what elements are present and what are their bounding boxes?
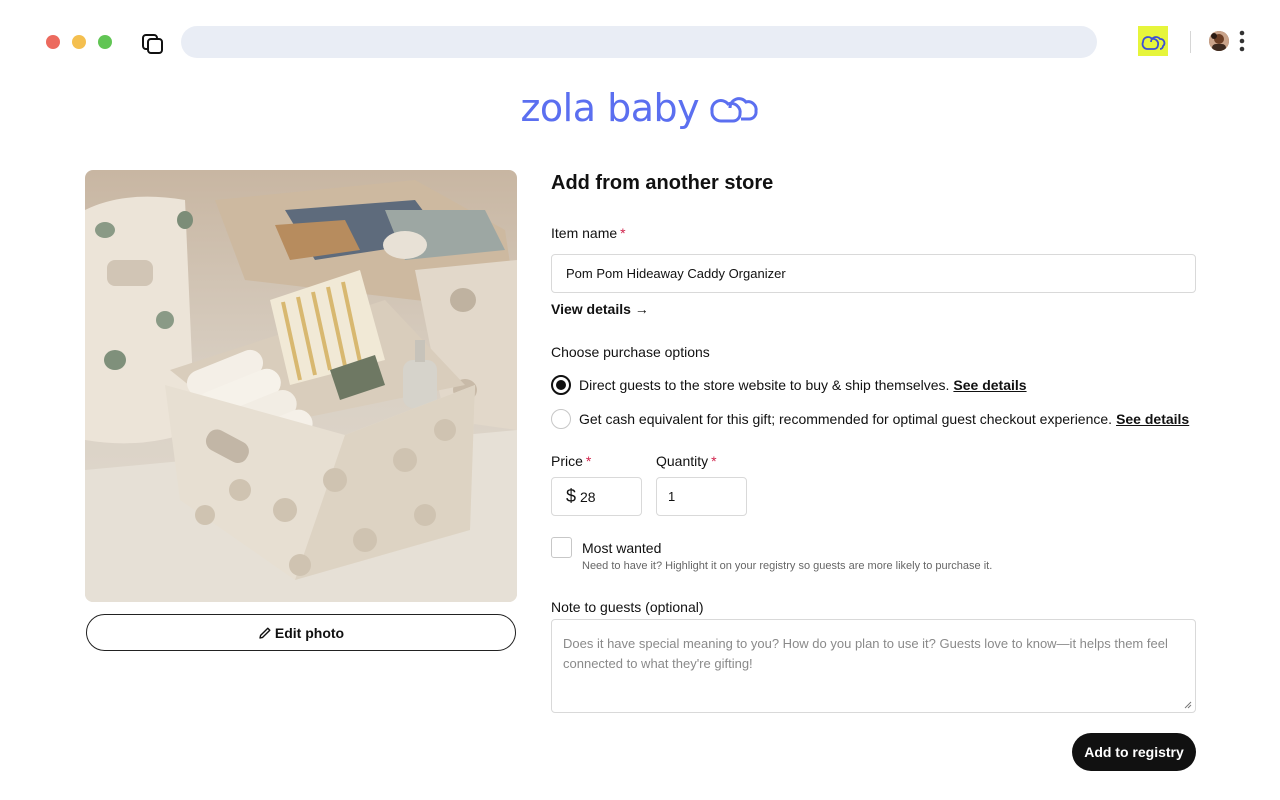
required-mark: * [711,453,717,469]
toolbar-divider [1190,31,1191,53]
see-details-link-cash[interactable]: See details [1116,411,1189,427]
browser-toolbar [0,0,1280,80]
address-bar[interactable] [181,26,1097,58]
currency-symbol: $ [566,486,577,506]
kebab-menu-icon[interactable] [1236,29,1248,53]
item-name-label: Item name * [551,225,626,241]
required-mark: * [585,453,592,469]
price-value: 28 [580,488,596,505]
zola-baby-logo[interactable]: zola baby [0,86,1280,130]
window-maximize-button[interactable] [98,35,112,49]
quantity-input[interactable]: 1 [656,477,747,516]
note-placeholder: Does it have special meaning to you? How… [563,636,1168,671]
item-name-value: Pom Pom Hideaway Caddy Organizer [566,266,786,281]
view-details-link[interactable]: View details → [551,301,649,317]
pencil-icon [259,627,271,639]
purchase-option-direct[interactable]: Direct guests to the store website to bu… [551,375,1027,395]
purchase-options-label: Choose purchase options [551,344,710,360]
see-details-link-direct[interactable]: See details [953,377,1026,393]
tabs-icon[interactable] [141,33,165,55]
radio-cash[interactable] [551,409,571,429]
purchase-option-cash-text: Get cash equivalent for this gift; recom… [579,411,1113,427]
profile-avatar[interactable] [1209,31,1229,51]
price-label: Price * [551,453,592,469]
add-to-registry-button[interactable]: Add to registry [1072,733,1196,771]
radio-direct[interactable] [551,375,571,395]
edit-photo-button[interactable]: Edit photo [86,614,516,651]
resize-grip-icon[interactable] [1184,701,1192,709]
note-textarea[interactable]: Does it have special meaning to you? How… [551,619,1196,713]
most-wanted-label[interactable]: Most wanted [582,540,661,556]
zola-extension-icon[interactable] [1138,26,1168,56]
cloud-hearts-icon [709,97,758,123]
purchase-option-cash[interactable]: Get cash equivalent for this gift; recom… [551,409,1189,429]
most-wanted-hint: Need to have it? Highlight it on your re… [582,560,993,572]
product-photo [85,170,517,602]
required-mark: * [620,225,626,241]
item-name-input[interactable]: Pom Pom Hideaway Caddy Organizer [551,254,1196,293]
quantity-value: 1 [668,489,676,504]
quantity-label: Quantity * [656,453,717,469]
price-input[interactable]: $ 28 [551,477,642,516]
note-label: Note to guests (optional) [551,599,704,615]
logo-text: zola baby [520,86,700,130]
form-title: Add from another store [551,172,774,194]
edit-photo-label: Edit photo [274,624,345,641]
purchase-option-direct-text: Direct guests to the store website to bu… [579,377,950,393]
window-minimize-button[interactable] [72,35,86,49]
window-close-button[interactable] [46,35,60,49]
most-wanted-checkbox[interactable] [551,537,572,558]
